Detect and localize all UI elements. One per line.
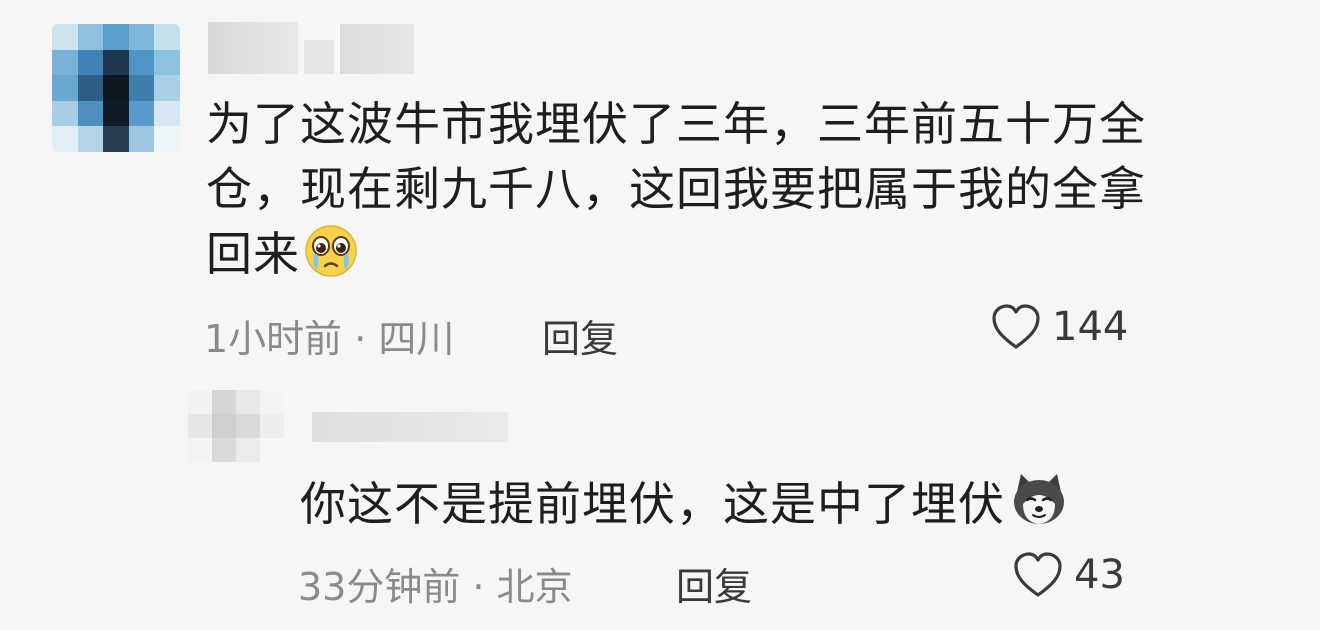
comment-line: 为了这波牛市我埋伏了三年，三年前五十万全 [206,97,1146,151]
username-blurred[interactable] [312,412,508,442]
heart-outline-icon [992,304,1040,349]
username-blurred[interactable] [304,40,334,74]
reply-meta: 33分钟前 · 北京 [298,565,573,609]
username-blurred[interactable] [340,24,414,74]
reply-text: 你这不是提前埋伏，这是中了埋伏 [300,470,1200,537]
like-count: 43 [1074,552,1125,598]
doge-icon [1009,470,1069,530]
comment-meta: 1小时前 · 四川 [204,317,455,361]
comment-text: 为了这波牛市我埋伏了三年，三年前五十万全 仓，现在剩九千八，这回我要把属于我的全… [206,92,1256,287]
username-blurred[interactable] [208,22,298,74]
like-button[interactable]: 144 [990,303,1128,351]
reply-button[interactable]: 回复 [676,556,752,611]
avatar[interactable] [52,24,180,152]
crying-face-icon [304,224,358,278]
comment-line: 回来 [206,222,1256,287]
reply-button[interactable]: 回复 [542,308,618,363]
comment-line: 仓，现在剩九千八，这回我要把属于我的全拿 [206,162,1146,216]
like-button[interactable]: 43 [1012,551,1125,599]
like-count: 144 [1052,304,1129,350]
heart-outline-icon [1014,552,1062,597]
avatar[interactable] [188,390,284,462]
